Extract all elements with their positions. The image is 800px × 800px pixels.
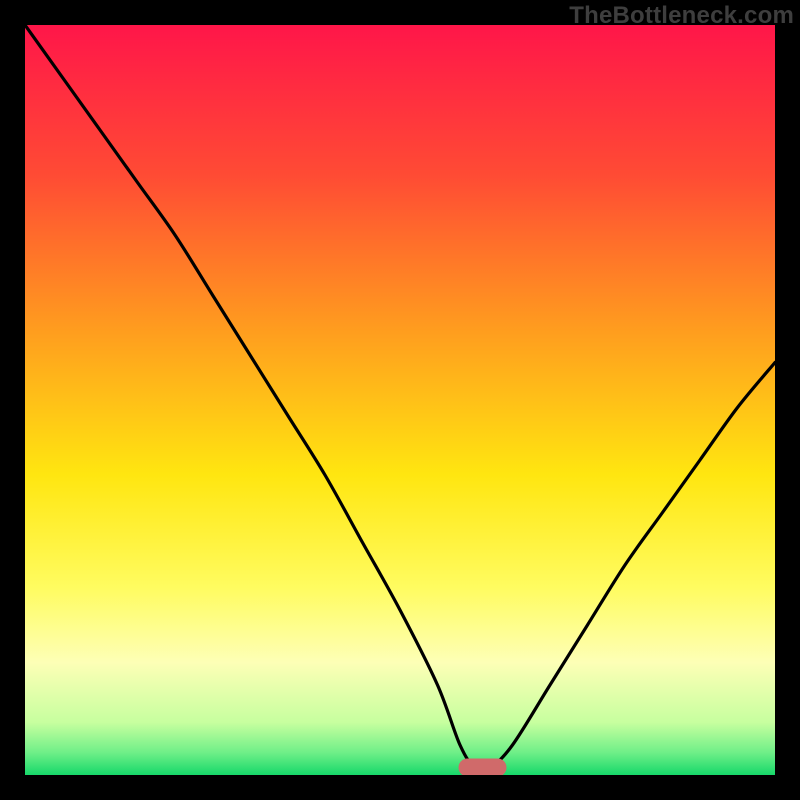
chart-plot-area [25,25,775,775]
chart-frame: TheBottleneck.com [0,0,800,800]
chart-background [25,25,775,775]
optimal-marker [459,759,507,776]
chart-svg [25,25,775,775]
